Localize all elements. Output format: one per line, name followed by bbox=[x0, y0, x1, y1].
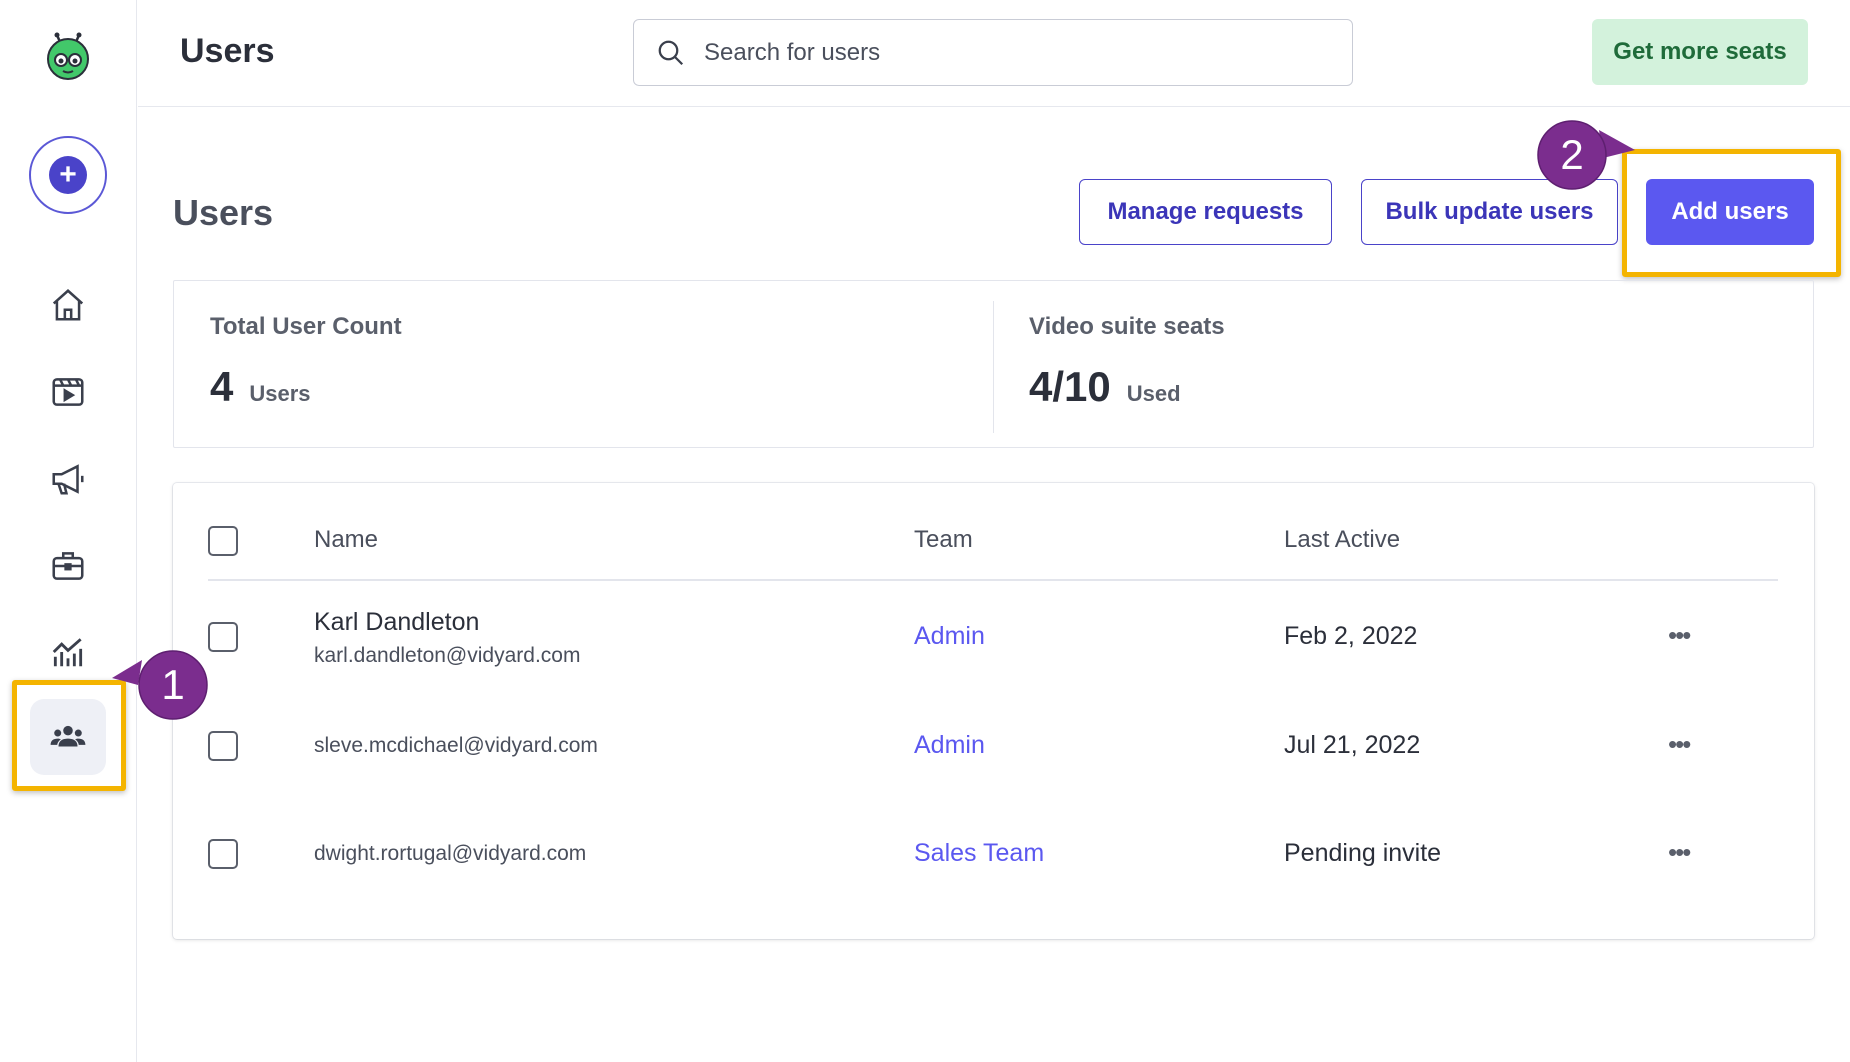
sidebar-item-videos[interactable] bbox=[30, 354, 106, 430]
get-more-seats-button[interactable]: Get more seats bbox=[1592, 19, 1808, 85]
stat-unit: Users bbox=[249, 381, 311, 406]
more-options-icon[interactable]: ••• bbox=[1668, 729, 1691, 760]
total-user-count-stat: Total User Count 4 Users bbox=[210, 313, 402, 411]
page-title: Users bbox=[173, 192, 274, 233]
stat-value: 4/10 bbox=[1029, 363, 1111, 410]
user-email: dwight.rortugal@vidyard.com bbox=[314, 842, 587, 865]
stat-label: Total User Count bbox=[210, 313, 402, 340]
sidebar-item-home[interactable] bbox=[30, 267, 106, 343]
users-table: Name Team Last Active Karl Dandleton kar… bbox=[173, 483, 1814, 939]
more-options-icon[interactable]: ••• bbox=[1668, 837, 1691, 868]
highlight-users-nav bbox=[12, 680, 126, 791]
sidebar-item-portfolio[interactable] bbox=[30, 528, 106, 604]
user-last-active: Pending invite bbox=[1284, 839, 1442, 867]
more-options-icon[interactable]: ••• bbox=[1668, 620, 1691, 651]
row-checkbox[interactable] bbox=[208, 622, 238, 652]
user-team-link[interactable]: Sales Team bbox=[914, 839, 1044, 868]
stat-divider bbox=[993, 301, 994, 433]
highlight-add-users bbox=[1622, 149, 1841, 277]
column-header-name[interactable]: Name bbox=[314, 526, 378, 554]
video-suite-seats-stat: Video suite seats 4/10 Used bbox=[1029, 313, 1225, 411]
user-email: karl.dandleton@vidyard.com bbox=[314, 644, 581, 667]
sidebar-item-analytics[interactable] bbox=[30, 614, 106, 690]
table-row[interactable]: Karl Dandleton karl.dandleton@vidyard.co… bbox=[208, 608, 1778, 688]
search-box[interactable] bbox=[633, 19, 1353, 86]
home-icon bbox=[52, 289, 84, 321]
select-all-checkbox[interactable] bbox=[208, 526, 238, 556]
stat-unit: Used bbox=[1126, 381, 1181, 406]
column-header-last-active[interactable]: Last Active bbox=[1284, 526, 1400, 554]
vidyard-logo[interactable] bbox=[44, 32, 92, 80]
user-last-active: Feb 2, 2022 bbox=[1284, 622, 1418, 650]
user-last-active: Jul 21, 2022 bbox=[1284, 731, 1421, 759]
manage-requests-button[interactable]: Manage requests bbox=[1079, 179, 1332, 245]
callout-step-1: 1 bbox=[110, 650, 208, 720]
table-row[interactable]: dwight.rortugal@vidyard.com Sales Team P… bbox=[208, 837, 1778, 879]
user-team-link[interactable]: Admin bbox=[914, 622, 985, 651]
search-icon bbox=[658, 40, 684, 65]
stat-value: 4 bbox=[210, 363, 234, 410]
user-team-link[interactable]: Admin bbox=[914, 731, 985, 760]
table-header: Name Team Last Active bbox=[208, 523, 1778, 581]
sidebar: + bbox=[0, 0, 137, 1062]
row-checkbox[interactable] bbox=[208, 731, 238, 761]
create-button[interactable]: + bbox=[29, 136, 107, 214]
callout-number: 1 bbox=[161, 661, 185, 708]
stat-label: Video suite seats bbox=[1029, 313, 1225, 340]
plus-icon: + bbox=[49, 156, 87, 194]
callout-step-2: 2 bbox=[1537, 120, 1635, 190]
megaphone-icon bbox=[52, 464, 84, 495]
briefcase-icon bbox=[52, 552, 84, 580]
row-checkbox[interactable] bbox=[208, 839, 238, 869]
app-title: Users bbox=[180, 32, 275, 70]
table-row[interactable]: sleve.mcdichael@vidyard.com Admin Jul 21… bbox=[208, 729, 1778, 771]
user-email: sleve.mcdichael@vidyard.com bbox=[314, 734, 598, 757]
stats-panel: Total User Count 4 Users Video suite sea… bbox=[173, 280, 1814, 448]
sidebar-item-campaigns[interactable] bbox=[30, 441, 106, 517]
analytics-icon bbox=[52, 638, 83, 667]
search-input[interactable] bbox=[704, 38, 1304, 67]
top-bar: Users Get more seats bbox=[138, 0, 1850, 107]
video-library-icon bbox=[52, 378, 84, 406]
user-name: Karl Dandleton bbox=[314, 608, 480, 636]
robot-logo-icon bbox=[47, 32, 89, 80]
callout-number: 2 bbox=[1560, 131, 1584, 178]
column-header-team[interactable]: Team bbox=[914, 526, 973, 554]
